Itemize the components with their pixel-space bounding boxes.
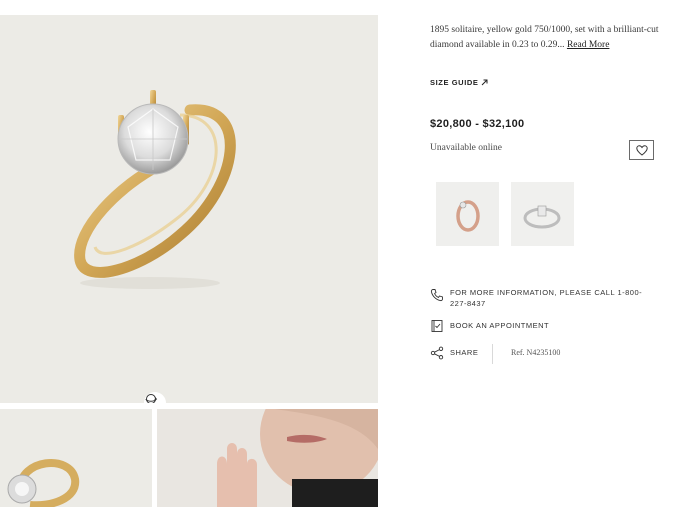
product-reference: Ref. N4235100 [511, 348, 561, 357]
divider [492, 344, 493, 364]
variant-white-gold[interactable] [511, 182, 574, 246]
phone-icon [430, 289, 443, 302]
book-appointment-link[interactable]: BOOK AN APPOINTMENT [430, 319, 549, 333]
price-range: $20,800 - $32,100 [430, 118, 525, 130]
availability-status: Unavailable online [430, 143, 503, 153]
description-text: 1895 solitaire, yellow gold 750/1000, se… [430, 25, 659, 50]
rose-gold-ring-image [456, 200, 480, 232]
heart-icon [635, 144, 648, 156]
size-guide-link[interactable]: SIZE GUIDE [430, 78, 488, 87]
size-guide-label: SIZE GUIDE [430, 78, 479, 87]
wishlist-button[interactable] [629, 140, 654, 160]
white-gold-ring-image [523, 205, 561, 229]
gallery-thumbnail-model[interactable] [157, 409, 378, 507]
call-label: FOR MORE INFORMATION, PLEASE CALL 1-800-… [450, 288, 643, 308]
call-info[interactable]: FOR MORE INFORMATION, PLEASE CALL 1-800-… [430, 288, 655, 309]
360-rotate-icon [145, 394, 158, 403]
share-label: SHARE [450, 348, 479, 357]
variant-rose-gold[interactable] [436, 182, 499, 246]
arrow-up-right-icon [481, 79, 488, 86]
read-more-link[interactable]: Read More [567, 40, 609, 50]
calendar-icon [431, 320, 443, 332]
share-button[interactable]: SHARE [430, 346, 478, 360]
model-wearing-ring-image [157, 409, 378, 507]
gallery-thumbnail-ring-closeup[interactable] [0, 409, 152, 507]
ring-closeup-image [7, 459, 80, 507]
book-label: BOOK AN APPOINTMENT [450, 321, 550, 330]
main-product-image[interactable] [0, 15, 378, 403]
share-icon [430, 346, 444, 360]
ring-illustration [74, 90, 236, 289]
product-description: 1895 solitaire, yellow gold 750/1000, se… [430, 23, 662, 53]
